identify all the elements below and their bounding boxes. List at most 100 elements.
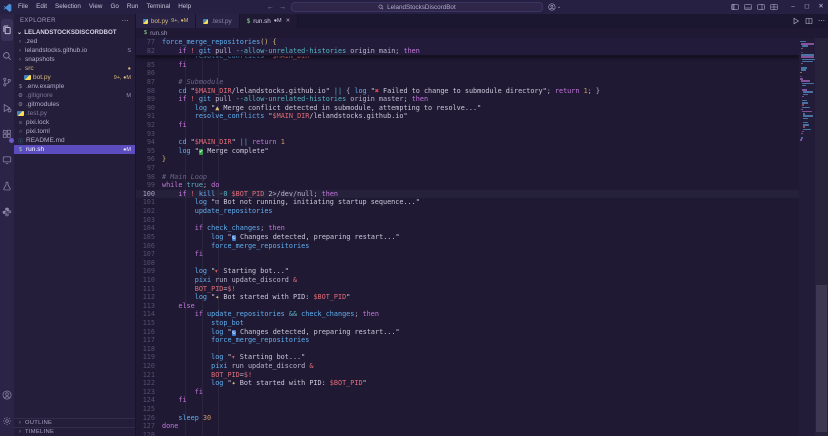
code-line[interactable]: 123 fi <box>136 388 799 397</box>
line-number[interactable]: 98 <box>136 173 162 182</box>
line-number[interactable]: 93 <box>136 130 162 139</box>
code-line[interactable]: 100 if ! kill -0 $BOT_PID 2>/dev/null; t… <box>136 190 799 199</box>
customize-layout-icon[interactable] <box>770 3 778 11</box>
workspace-root-row[interactable]: ⌄ LELANDSTOCKSDISCORDBOT <box>14 27 135 37</box>
command-center-search[interactable]: LelandStocksDiscordBot <box>291 2 543 12</box>
code-line[interactable]: 96} <box>136 155 799 164</box>
line-number[interactable]: 111 <box>136 285 162 294</box>
line-number[interactable]: 90 <box>136 104 162 113</box>
line-number[interactable]: 82 <box>136 47 162 56</box>
code-line[interactable]: 114 if update_repositories && check_chan… <box>136 310 799 319</box>
line-number[interactable]: 119 <box>136 353 162 362</box>
line-number[interactable]: 115 <box>136 319 162 328</box>
code-line[interactable]: 98# Main Loop <box>136 173 799 182</box>
activity-search-icon[interactable] <box>0 43 14 69</box>
maximize-button[interactable]: ◻ <box>800 0 814 14</box>
minimap[interactable] <box>799 38 815 436</box>
code-line[interactable]: 113 else <box>136 302 799 311</box>
line-number[interactable]: 116 <box>136 328 162 337</box>
tree-file-.gitmodules[interactable]: ⚙.gitmodules <box>14 100 135 109</box>
tab-.test.py[interactable]: .test.py <box>196 14 239 28</box>
activity-testing-icon[interactable] <box>0 173 14 199</box>
close-button[interactable]: ✕ <box>814 0 828 14</box>
vertical-scrollbar[interactable] <box>815 38 828 436</box>
tab-bot.py[interactable]: bot.py9+, ●M <box>136 14 196 28</box>
line-number[interactable]: 118 <box>136 345 162 354</box>
activity-python-icon[interactable] <box>0 199 14 225</box>
line-number[interactable]: 89 <box>136 95 162 104</box>
code-line[interactable]: 77force_merge_repositories() { <box>136 38 799 47</box>
line-number[interactable]: 110 <box>136 276 162 285</box>
tree-folder-snapshots[interactable]: ›snapshots <box>14 55 135 64</box>
line-number[interactable]: 127 <box>136 422 162 431</box>
line-number[interactable]: 94 <box>136 138 162 147</box>
code-line[interactable]: 89 if ! git pull --allow-unrelated-histo… <box>136 95 799 104</box>
sticky-scroll[interactable]: 77force_merge_repositories() {82 if ! gi… <box>136 38 799 56</box>
activity-settings-icon[interactable] <box>0 408 14 434</box>
tab-run.sh[interactable]: $run.sh●M✕ <box>240 14 299 28</box>
menu-go[interactable]: Go <box>106 0 122 14</box>
code-line[interactable]: 91 resolve_conflicts "$MAIN_DIR/lelandst… <box>136 112 799 121</box>
line-number[interactable]: 96 <box>136 155 162 164</box>
more-actions-icon[interactable]: ⋯ <box>122 17 129 25</box>
code-line[interactable]: 95 log "✔ Merge complete" <box>136 147 799 156</box>
line-number[interactable]: 103 <box>136 216 162 225</box>
code-line[interactable]: 119 log "➤ Starting bot..." <box>136 353 799 362</box>
code-line[interactable]: 101 log "⊡ Bot not running, initiating s… <box>136 198 799 207</box>
code-line[interactable]: 105 log "↻ Changes detected, preparing r… <box>136 233 799 242</box>
section-outline[interactable]: ›OUTLINE <box>14 418 135 427</box>
line-number[interactable]: 104 <box>136 224 162 233</box>
line-number[interactable]: 123 <box>136 388 162 397</box>
line-number[interactable]: 108 <box>136 259 162 268</box>
line-number[interactable]: 120 <box>136 362 162 371</box>
code-line[interactable]: 87 # Submodule <box>136 78 799 87</box>
line-number[interactable]: 124 <box>136 396 162 405</box>
menu-edit[interactable]: Edit <box>32 0 51 14</box>
back-icon[interactable]: ← <box>267 4 274 11</box>
tree-folder-lelandstocks.github.io[interactable]: ›lelandstocks.github.ioS <box>14 46 135 55</box>
code-line[interactable]: 128 <box>136 431 799 436</box>
line-number[interactable]: 117 <box>136 336 162 345</box>
line-number[interactable]: 106 <box>136 242 162 251</box>
code-line[interactable]: 82 if ! git pull --allow-unrelated-histo… <box>136 47 799 56</box>
code-line[interactable]: 109 log "➤ Starting bot..." <box>136 267 799 276</box>
tree-folder-.zed[interactable]: ›.zed <box>14 37 135 46</box>
code-line[interactable]: 117 force_merge_repositories <box>136 336 799 345</box>
line-number[interactable]: 95 <box>136 147 162 156</box>
code-area[interactable]: 77force_merge_repositories() {82 if ! gi… <box>136 38 799 436</box>
tree-file-pixi.toml[interactable]: ○pixi.toml <box>14 127 135 136</box>
line-number[interactable]: 126 <box>136 414 162 423</box>
code-line[interactable]: 86 <box>136 69 799 78</box>
menu-help[interactable]: Help <box>174 0 195 14</box>
line-number[interactable]: 85 <box>136 61 162 70</box>
menu-file[interactable]: File <box>14 0 32 14</box>
line-number[interactable]: 86 <box>136 69 162 78</box>
code-line[interactable]: 93 <box>136 130 799 139</box>
line-number[interactable]: 113 <box>136 302 162 311</box>
code-line[interactable]: 106 force_merge_repositories <box>136 242 799 251</box>
line-number[interactable]: 100 <box>136 190 162 199</box>
line-number[interactable]: 97 <box>136 164 162 173</box>
line-number[interactable]: 88 <box>136 87 162 96</box>
code-line[interactable]: 102 update_repositories <box>136 207 799 216</box>
toggle-sidebar-icon[interactable] <box>731 3 739 11</box>
code-line[interactable]: 115 stop_bot <box>136 319 799 328</box>
minimize-button[interactable]: – <box>786 0 800 14</box>
code-line[interactable]: 94 cd "$MAIN_DIR" || return 1 <box>136 138 799 147</box>
profile-menu[interactable]: ⌄ <box>548 3 561 11</box>
line-number[interactable]: 107 <box>136 250 162 259</box>
toggle-panel-icon[interactable] <box>744 3 752 11</box>
line-number[interactable] <box>136 56 162 57</box>
code-line[interactable]: 120 pixi run update_discord & <box>136 362 799 371</box>
line-number[interactable]: 125 <box>136 405 162 414</box>
line-number[interactable]: 77 <box>136 38 162 47</box>
line-number[interactable]: 121 <box>136 371 162 380</box>
line-number[interactable]: 122 <box>136 379 162 388</box>
breadcrumb-item-filename[interactable]: run.sh <box>150 30 167 37</box>
forward-icon[interactable]: → <box>279 4 286 11</box>
code-line[interactable]: 112 log "✦ Bot started with PID: $BOT_PI… <box>136 293 799 302</box>
activity-account-icon[interactable] <box>0 382 14 408</box>
tree-file-pixi.lock[interactable]: ≡pixi.lock <box>14 118 135 127</box>
code-line[interactable]: 99while true; do <box>136 181 799 190</box>
section-timeline[interactable]: ›TIMELINE <box>14 427 135 436</box>
